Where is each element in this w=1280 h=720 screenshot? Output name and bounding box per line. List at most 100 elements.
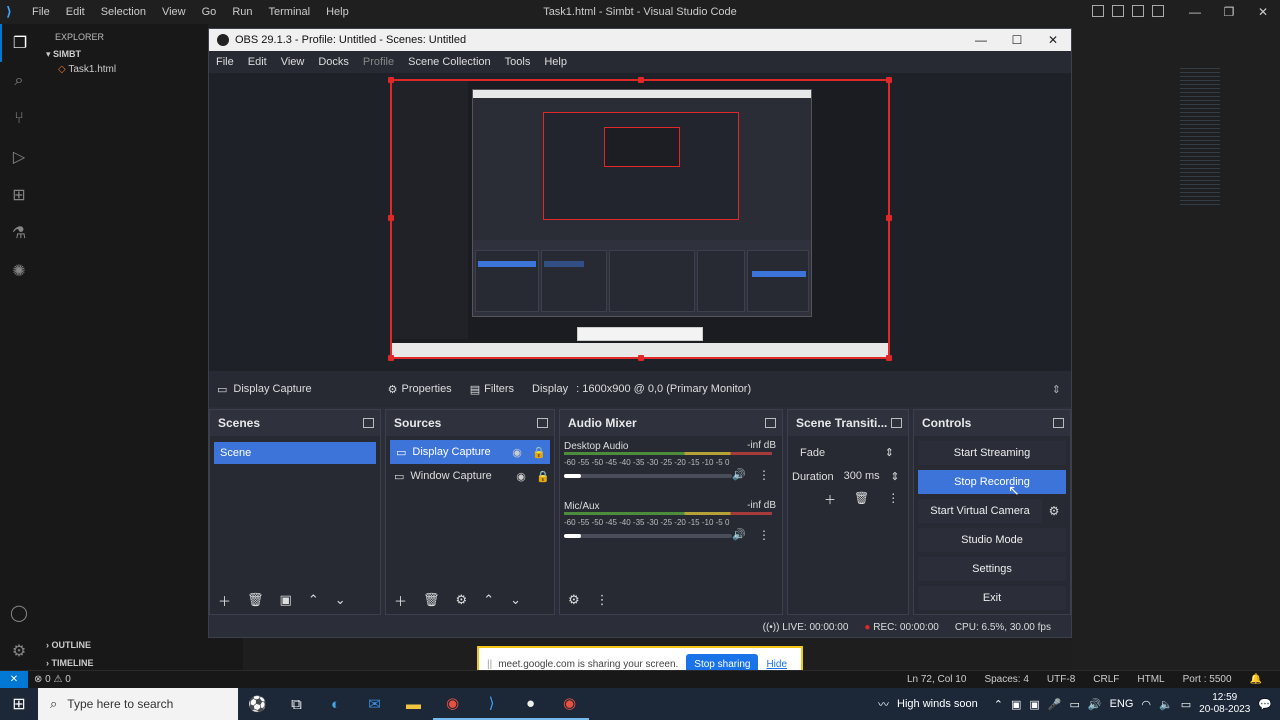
remote-icon[interactable]: ✕ <box>0 670 28 689</box>
scene-item[interactable]: Scene <box>214 442 376 464</box>
file-explorer-icon[interactable]: ▬ <box>394 688 433 720</box>
python-icon[interactable]: ✺ <box>0 252 38 290</box>
source-control-icon[interactable]: ⑂ <box>0 100 38 138</box>
vscode-taskbar-icon[interactable]: ⟩ <box>472 688 511 720</box>
resize-handle[interactable] <box>638 355 644 361</box>
obs-menu-tools[interactable]: Tools <box>498 56 538 68</box>
move-up-icon[interactable]: ⌃ <box>308 592 319 608</box>
indentation[interactable]: Spaces: 4 <box>984 674 1028 685</box>
minimize-icon[interactable]: — <box>1178 0 1212 24</box>
windows-start-icon[interactable]: ⊞ <box>0 694 38 714</box>
resize-handle[interactable] <box>388 215 394 221</box>
encoding[interactable]: UTF-8 <box>1047 674 1075 685</box>
obs-minimize-icon[interactable]: — <box>963 33 999 47</box>
minimap[interactable] <box>1180 68 1220 208</box>
end-of-line[interactable]: CRLF <box>1093 674 1119 685</box>
cursor-position[interactable]: Ln 72, Col 10 <box>907 674 967 685</box>
lock-icon[interactable]: 🔒 <box>532 470 554 483</box>
problems-indicator[interactable]: ⊗ 0 ⚠ 0 <box>34 674 71 685</box>
vscode-menu-selection[interactable]: Selection <box>93 6 154 18</box>
settings-button[interactable]: Settings <box>918 557 1066 581</box>
add-icon[interactable]: ＋ <box>218 591 231 610</box>
eye-icon[interactable]: ◉ <box>506 446 528 459</box>
wifi-icon[interactable]: ◠ <box>1141 698 1151 711</box>
microphone-icon[interactable]: 🎤 <box>1048 698 1062 711</box>
vscode-menu-go[interactable]: Go <box>194 6 225 18</box>
start-virtual-camera-button[interactable]: Start Virtual Camera <box>918 499 1042 523</box>
more-options-icon[interactable]: ⋮ <box>758 468 770 482</box>
folder-section[interactable]: ▾ SIMBT <box>38 42 208 60</box>
clock[interactable]: 12:59 20-08-2023 <box>1199 692 1250 716</box>
drag-handle-icon[interactable]: || <box>487 659 492 670</box>
soccer-widget-icon[interactable]: ⚽ <box>238 688 277 720</box>
obs-maximize-icon[interactable]: ☐ <box>999 33 1035 47</box>
manage-gear-icon[interactable]: ⚙ <box>0 632 38 670</box>
obs-taskbar-icon[interactable]: ● <box>511 688 550 720</box>
vscode-menu-view[interactable]: View <box>154 6 194 18</box>
vscode-menu-file[interactable]: File <box>24 6 58 18</box>
language-indicator[interactable]: ENG <box>1110 698 1134 710</box>
outline-section[interactable]: › OUTLINE <box>38 638 243 656</box>
resize-handle[interactable] <box>886 77 892 83</box>
trash-icon[interactable]: 🗑 <box>247 592 264 608</box>
eye-icon[interactable]: ◉ <box>510 470 532 483</box>
wind-weather-icon[interactable]: 〰 <box>878 696 889 712</box>
updown-chevron-icon[interactable]: ⇕ <box>1052 383 1061 396</box>
hide-link[interactable]: Hide <box>766 659 787 670</box>
duration-spinbox[interactable]: 300 ms ⇕ <box>844 470 900 483</box>
run-debug-icon[interactable]: ▷ <box>0 138 38 176</box>
filters-icon[interactable]: ▣ <box>280 592 292 608</box>
obs-menu-profile[interactable]: Profile <box>356 56 401 68</box>
undock-icon[interactable] <box>363 418 374 428</box>
speaker-icon[interactable]: 🔈 <box>1159 698 1173 711</box>
resize-handle[interactable] <box>886 355 892 361</box>
language-mode[interactable]: HTML <box>1137 674 1164 685</box>
toggle-sidebar-icon[interactable] <box>1092 5 1104 17</box>
file-item[interactable]: ◇ Task1.html <box>38 60 208 75</box>
obs-menu-docks[interactable]: Docks <box>311 56 356 68</box>
volume-slider[interactable] <box>564 534 732 538</box>
resize-handle[interactable] <box>886 215 892 221</box>
weather-text[interactable]: High winds soon <box>897 698 978 710</box>
battery-icon[interactable]: ▭ <box>1181 698 1191 711</box>
obs-menu-scene-collection[interactable]: Scene Collection <box>401 56 498 68</box>
speaker-icon[interactable]: 🔊 <box>732 468 746 481</box>
camera-icon[interactable]: ▭ <box>1069 698 1079 711</box>
trash-icon[interactable]: 🗑 <box>854 491 869 508</box>
undock-icon[interactable] <box>537 418 548 428</box>
customize-layout-icon[interactable] <box>1152 5 1164 17</box>
obs-menu-help[interactable]: Help <box>537 56 574 68</box>
obs-menu-file[interactable]: File <box>209 56 241 68</box>
properties-button[interactable]: ⚙ Properties <box>388 383 452 396</box>
obs-preview[interactable] <box>209 73 1071 371</box>
edge-icon[interactable]: ◐ <box>316 688 355 720</box>
more-options-icon[interactable]: ⋮ <box>596 592 609 608</box>
move-down-icon[interactable]: ⌄ <box>510 592 521 608</box>
editor-area[interactable] <box>1072 24 1280 670</box>
move-up-icon[interactable]: ⌃ <box>483 592 494 608</box>
toggle-secondary-sidebar-icon[interactable] <box>1132 5 1144 17</box>
chrome-icon[interactable]: ◉ <box>550 688 589 720</box>
start-streaming-button[interactable]: Start Streaming <box>918 441 1066 465</box>
vscode-menu-terminal[interactable]: Terminal <box>261 6 319 18</box>
vscode-menu-edit[interactable]: Edit <box>58 6 93 18</box>
obs-menu-edit[interactable]: Edit <box>241 56 274 68</box>
source-item-window-capture[interactable]: ▭ Window Capture ◉ 🔒 <box>386 464 554 488</box>
volume-slider[interactable] <box>564 474 732 478</box>
preview-display-capture[interactable] <box>388 77 892 361</box>
speaker-icon[interactable]: 🔊 <box>732 528 746 541</box>
live-server-port[interactable]: Port : 5500 <box>1183 674 1232 685</box>
mail-icon[interactable]: ✉ <box>355 688 394 720</box>
extensions-icon[interactable]: ⊞ <box>0 176 38 214</box>
source-item-display-capture[interactable]: ▭ Display Capture ◉ 🔒 <box>390 440 550 464</box>
undock-icon[interactable] <box>1053 418 1064 428</box>
obs-menu-view[interactable]: View <box>274 56 312 68</box>
volume-icon[interactable]: 🔊 <box>1088 698 1102 711</box>
transition-select[interactable]: Fade ⇕ <box>796 442 900 464</box>
resize-handle[interactable] <box>638 77 644 83</box>
resize-handle[interactable] <box>388 355 394 361</box>
display-select[interactable]: Display: 1600x900 @ 0,0 (Primary Monitor… <box>532 383 751 395</box>
filters-button[interactable]: ▤ Filters <box>470 383 514 396</box>
move-down-icon[interactable]: ⌄ <box>335 592 346 608</box>
notifications-icon[interactable]: 💬 <box>1258 698 1272 711</box>
